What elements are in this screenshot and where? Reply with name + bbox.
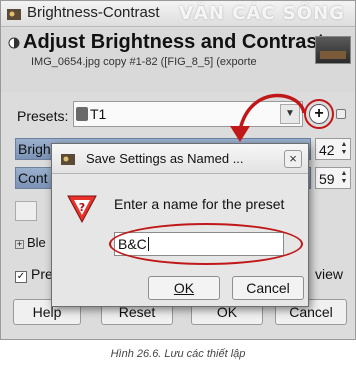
dialog-cancel-label: Cancel: [246, 280, 290, 296]
contrast-value: 59: [319, 171, 335, 187]
presets-label: Presets:: [17, 108, 69, 124]
figure-caption: Hình 26.6. Lưu các thiết lập: [110, 348, 246, 360]
brightness-icon: [8, 37, 20, 49]
preset-menu-icon[interactable]: [336, 109, 346, 119]
preset-icon: [76, 107, 88, 121]
edit-as-levels-button[interactable]: [15, 201, 37, 221]
brightness-value: 42: [319, 142, 335, 158]
brightness-spinbox[interactable]: 42 ▲ ▼: [315, 138, 351, 160]
dialog-header: Adjust Brightness and Contrast IMG_0654.…: [1, 28, 355, 92]
header-title: Adjust Brightness and Contrast: [23, 31, 325, 53]
image-thumbnail: [315, 36, 351, 64]
dialog-title: Save Settings as Named ...: [86, 151, 244, 166]
header-subtitle: IMG_0654.jpg copy #1-82 ([FIG_8_5] (expo…: [31, 56, 257, 68]
contrast-label: Cont: [18, 170, 48, 186]
watermark-text: VĂN CÁC SỐNG: [179, 3, 345, 24]
preview-label: Pre: [31, 266, 53, 282]
split-view-label: view: [315, 266, 344, 282]
dialog-ok-button[interactable]: OK: [148, 276, 220, 300]
gimp-app-icon: [7, 9, 21, 20]
dialog-cancel-button[interactable]: Cancel: [232, 276, 304, 300]
split-view-checkbox[interactable]: view: [315, 266, 343, 282]
window-titlebar: Brightness-Contrast VĂN CÁC SỐNG: [1, 1, 355, 27]
presets-combo[interactable]: T1 ▼: [73, 101, 303, 127]
brightness-contrast-window: Brightness-Contrast VĂN CÁC SỐNG Adjust …: [0, 0, 356, 340]
highlight-ellipse: [109, 223, 303, 265]
dialog-titlebar: Save Settings as Named ... ×: [52, 144, 308, 174]
checkmark-icon: ✓: [15, 271, 27, 283]
presets-selected: T1: [90, 106, 107, 122]
svg-text:?: ?: [79, 201, 85, 214]
highlight-circle: [304, 99, 334, 129]
dialog-prompt: Enter a name for the preset: [114, 196, 285, 212]
blending-label: Ble: [27, 235, 46, 250]
spin-arrows-icon[interactable]: ▲ ▼: [340, 141, 348, 157]
warning-icon: ?: [67, 195, 97, 224]
gimp-app-icon: [61, 154, 75, 165]
chevron-down-icon[interactable]: ▼: [280, 104, 300, 124]
contrast-spinbox[interactable]: 59 ▲ ▼: [315, 167, 351, 189]
close-icon[interactable]: ×: [284, 150, 302, 168]
preview-checkbox[interactable]: ✓ Pre: [15, 266, 53, 283]
window-title: Brightness-Contrast: [27, 4, 160, 21]
blending-options-expander[interactable]: + Ble: [15, 235, 46, 250]
dialog-ok-label: OK: [173, 280, 195, 296]
brightness-label: Brigh: [18, 141, 51, 157]
expand-icon: +: [15, 239, 24, 249]
spin-arrows-icon[interactable]: ▲ ▼: [340, 170, 348, 186]
